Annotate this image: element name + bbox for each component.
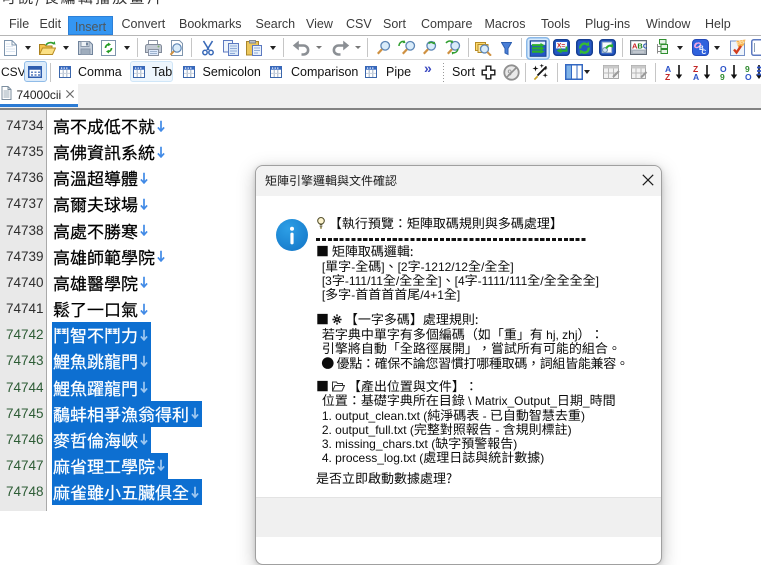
svg-text:9: 9 bbox=[720, 72, 725, 81]
svg-text:A: A bbox=[693, 72, 699, 81]
svg-text:C: C bbox=[702, 49, 707, 56]
svg-text:ABC: ABC bbox=[632, 42, 647, 51]
svg-text:Z: Z bbox=[665, 72, 670, 81]
svg-text:O: O bbox=[745, 72, 752, 81]
